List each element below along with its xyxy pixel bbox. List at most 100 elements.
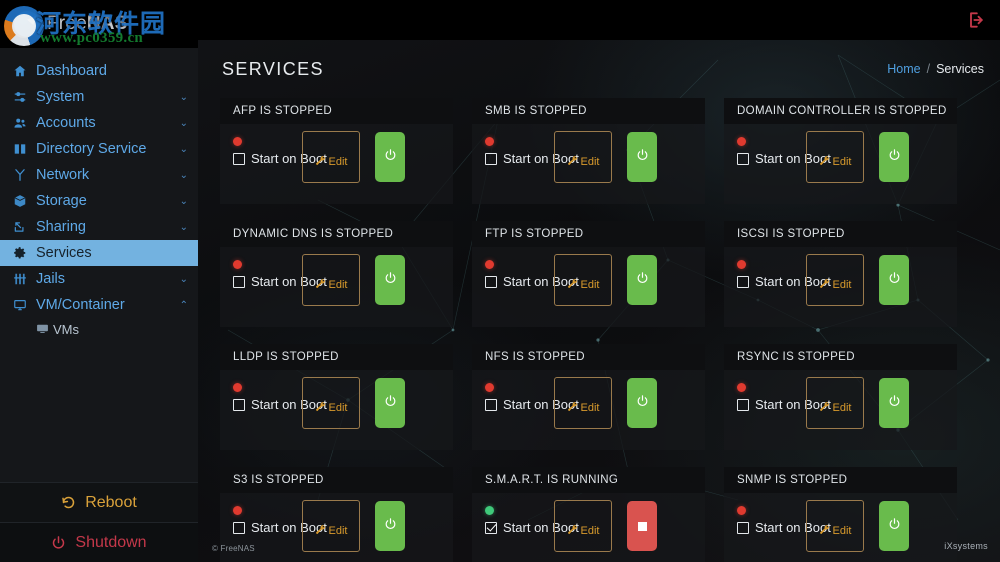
edit-button[interactable]: Edit bbox=[302, 377, 360, 429]
edit-button[interactable]: Edit bbox=[554, 500, 612, 552]
edit-label: Edit bbox=[832, 402, 852, 414]
stop-service-button[interactable] bbox=[627, 501, 657, 551]
start-on-boot-checkbox[interactable] bbox=[233, 521, 245, 534]
start-on-boot-checkbox[interactable] bbox=[737, 521, 749, 534]
sidebar-item-vm-container[interactable]: VM/Container ⌃ bbox=[0, 292, 198, 318]
edit-button[interactable]: Edit bbox=[302, 254, 360, 306]
breadcrumb-current: Services bbox=[936, 62, 984, 76]
start-on-boot-checkbox[interactable] bbox=[485, 152, 497, 165]
logout-icon[interactable] bbox=[966, 10, 986, 30]
start-service-button[interactable] bbox=[375, 132, 405, 182]
edit-button[interactable]: Edit bbox=[554, 131, 612, 183]
start-service-button[interactable] bbox=[627, 132, 657, 182]
sidebar-subitem-vms[interactable]: VMs bbox=[0, 318, 198, 341]
wrench-icon bbox=[819, 401, 830, 415]
sidebar-item-services[interactable]: Services bbox=[0, 240, 198, 266]
sidebar-item-label: Jails bbox=[36, 271, 66, 287]
edit-button[interactable]: Edit bbox=[302, 131, 360, 183]
start-service-button[interactable] bbox=[627, 255, 657, 305]
sidebar-item-jails[interactable]: Jails ⌄ bbox=[0, 266, 198, 292]
start-service-button[interactable] bbox=[879, 255, 909, 305]
footer-copyright: © FreeNAS bbox=[212, 544, 255, 553]
power-icon bbox=[636, 394, 649, 412]
edit-button[interactable]: Edit bbox=[554, 254, 612, 306]
start-on-boot-checkbox[interactable] bbox=[233, 398, 245, 411]
sidebar-item-system[interactable]: System ⌄ bbox=[0, 84, 198, 110]
book-icon bbox=[13, 142, 33, 156]
start-service-button[interactable] bbox=[879, 132, 909, 182]
start-on-boot-checkbox[interactable] bbox=[737, 275, 749, 288]
service-card-body: Start on Boot Edit bbox=[724, 493, 957, 562]
wrench-icon bbox=[567, 524, 578, 538]
start-on-boot-checkbox[interactable] bbox=[233, 152, 245, 165]
sidebar-item-dashboard[interactable]: Dashboard bbox=[0, 58, 198, 84]
edit-button[interactable]: Edit bbox=[806, 254, 864, 306]
wrench-icon bbox=[819, 524, 830, 538]
service-card-title: RSYNC IS STOPPED bbox=[724, 344, 957, 370]
start-service-button[interactable] bbox=[375, 378, 405, 428]
service-card-snmp: SNMP IS STOPPED Start on Boot Edit bbox=[724, 467, 957, 562]
shutdown-button[interactable]: Shutdown bbox=[0, 522, 198, 562]
edit-button[interactable]: Edit bbox=[302, 500, 360, 552]
start-service-button[interactable] bbox=[879, 378, 909, 428]
display-icon bbox=[36, 322, 53, 338]
wrench-icon bbox=[567, 278, 578, 292]
edit-label: Edit bbox=[328, 525, 348, 537]
brand-bar: FreeNAS 河东软件园 www.pc0359.cn bbox=[0, 0, 198, 48]
service-card-s3: S3 IS STOPPED Start on Boot Edit bbox=[220, 467, 453, 562]
edit-label: Edit bbox=[832, 279, 852, 291]
sidebar-item-network[interactable]: Network ⌄ bbox=[0, 162, 198, 188]
sidebar-item-storage[interactable]: Storage ⌄ bbox=[0, 188, 198, 214]
start-on-boot-checkbox[interactable] bbox=[233, 275, 245, 288]
start-service-button[interactable] bbox=[375, 255, 405, 305]
status-indicator-dot bbox=[233, 506, 242, 515]
edit-label: Edit bbox=[328, 156, 348, 168]
edit-button[interactable]: Edit bbox=[806, 500, 864, 552]
power-icon bbox=[51, 535, 66, 550]
start-service-button[interactable] bbox=[879, 501, 909, 551]
footer-vendor: iXsystems bbox=[944, 541, 988, 551]
status-indicator-dot bbox=[485, 260, 494, 269]
service-card-title: AFP IS STOPPED bbox=[220, 98, 453, 124]
edit-button[interactable]: Edit bbox=[806, 131, 864, 183]
jail-icon bbox=[13, 272, 33, 286]
edit-label: Edit bbox=[580, 156, 600, 168]
start-service-button[interactable] bbox=[375, 501, 405, 551]
service-card-title: FTP IS STOPPED bbox=[472, 221, 705, 247]
power-icon bbox=[384, 517, 397, 535]
wrench-icon bbox=[315, 524, 326, 538]
stop-square-icon bbox=[637, 521, 647, 531]
status-indicator-dot bbox=[233, 260, 242, 269]
edit-button[interactable]: Edit bbox=[554, 377, 612, 429]
power-icon bbox=[636, 148, 649, 166]
service-card-body: Start on Boot Edit bbox=[220, 124, 453, 204]
service-card-title: NFS IS STOPPED bbox=[472, 344, 705, 370]
breadcrumb-home-link[interactable]: Home bbox=[887, 62, 920, 76]
sidebar-item-label: Accounts bbox=[36, 115, 96, 131]
shutdown-label: Shutdown bbox=[75, 533, 147, 551]
edit-label: Edit bbox=[328, 279, 348, 291]
box-icon bbox=[13, 194, 33, 208]
sidebar-item-directory-service[interactable]: Directory Service ⌄ bbox=[0, 136, 198, 162]
edit-button[interactable]: Edit bbox=[806, 377, 864, 429]
service-card-body: Start on Boot Edit bbox=[724, 124, 957, 204]
start-on-boot-checkbox[interactable] bbox=[485, 398, 497, 411]
edit-label: Edit bbox=[580, 402, 600, 414]
start-on-boot-checkbox[interactable] bbox=[737, 152, 749, 165]
reboot-button[interactable]: Reboot bbox=[0, 482, 198, 522]
copyright-text: © FreeNAS bbox=[212, 544, 255, 553]
start-on-boot-checkbox[interactable] bbox=[485, 275, 497, 288]
chevron-down-icon: ⌄ bbox=[179, 273, 188, 285]
start-on-boot-checkbox[interactable] bbox=[737, 398, 749, 411]
start-service-button[interactable] bbox=[627, 378, 657, 428]
service-card-title: DOMAIN CONTROLLER IS STOPPED bbox=[724, 98, 957, 124]
sidebar-item-accounts[interactable]: Accounts ⌄ bbox=[0, 110, 198, 136]
service-card-rsync: RSYNC IS STOPPED Start on Boot Edit bbox=[724, 344, 957, 450]
start-on-boot-checkbox[interactable] bbox=[485, 521, 497, 534]
status-indicator-dot bbox=[233, 383, 242, 392]
edit-label: Edit bbox=[580, 279, 600, 291]
sidebar-item-sharing[interactable]: Sharing ⌄ bbox=[0, 214, 198, 240]
service-card-nfs: NFS IS STOPPED Start on Boot Edit bbox=[472, 344, 705, 450]
page-title: SERVICES bbox=[222, 58, 324, 79]
main-content: SERVICES Home / Services AFP IS STOPPED S… bbox=[198, 0, 1000, 562]
